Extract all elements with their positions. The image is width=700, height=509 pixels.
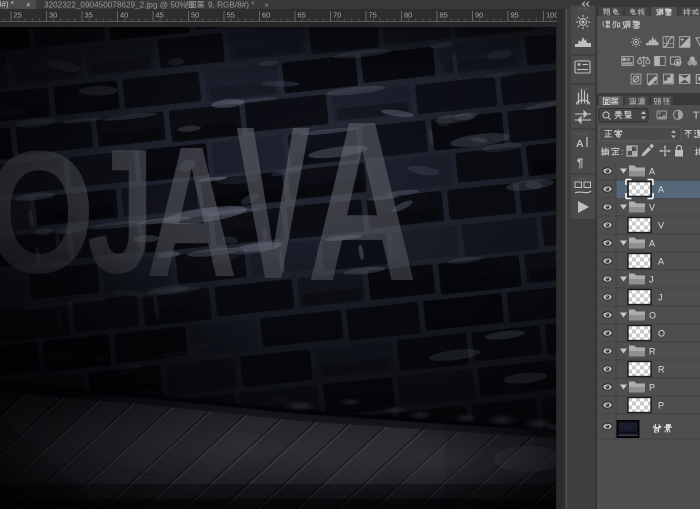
svg-text:¶: ¶ xyxy=(577,158,584,170)
svg-text:75: 75 xyxy=(369,11,377,20)
svg-text:9, RGB/8#) *: 9, RGB/8#) * xyxy=(208,1,255,10)
svg-text:40: 40 xyxy=(120,11,128,20)
svg-text:3202322_090450078629_2.jpg @ 5: 3202322_090450078629_2.jpg @ 50%% xyxy=(44,1,194,10)
svg-text:J: J xyxy=(658,293,663,303)
svg-text:P: P xyxy=(649,383,655,393)
svg-text:A: A xyxy=(649,167,655,177)
svg-text:25: 25 xyxy=(14,11,22,20)
svg-text:V: V xyxy=(649,203,655,213)
svg-text:100: 100 xyxy=(546,11,557,20)
svg-text:O: O xyxy=(658,329,665,339)
svg-text:R: R xyxy=(649,347,656,357)
svg-text:×: × xyxy=(26,1,31,10)
svg-text:(: ( xyxy=(185,1,188,10)
svg-text:A: A xyxy=(658,185,664,195)
svg-text:×: × xyxy=(264,0,269,10)
svg-text:O: O xyxy=(649,311,656,321)
svg-text:55: 55 xyxy=(227,11,235,20)
svg-text:P: P xyxy=(658,401,664,411)
svg-text:T: T xyxy=(693,110,700,122)
svg-text:45: 45 xyxy=(156,11,164,20)
svg-text:A: A xyxy=(658,257,664,267)
svg-text:80: 80 xyxy=(404,11,412,20)
svg-text:70: 70 xyxy=(333,11,341,20)
svg-text:8#) *: 8#) * xyxy=(0,0,14,9)
svg-text:R: R xyxy=(658,365,665,375)
svg-text:J: J xyxy=(649,275,654,285)
svg-text::: : xyxy=(621,147,624,157)
svg-text:30: 30 xyxy=(49,11,57,20)
svg-text:95: 95 xyxy=(511,11,519,20)
svg-text:A: A xyxy=(576,138,584,150)
svg-text:90: 90 xyxy=(475,11,483,20)
svg-text:50: 50 xyxy=(191,11,199,20)
svg-text:65: 65 xyxy=(298,11,306,20)
svg-text:V: V xyxy=(658,221,664,231)
svg-text:35: 35 xyxy=(85,11,93,20)
svg-text:60: 60 xyxy=(262,11,270,20)
svg-text:A: A xyxy=(649,239,655,249)
svg-text:85: 85 xyxy=(440,11,448,20)
